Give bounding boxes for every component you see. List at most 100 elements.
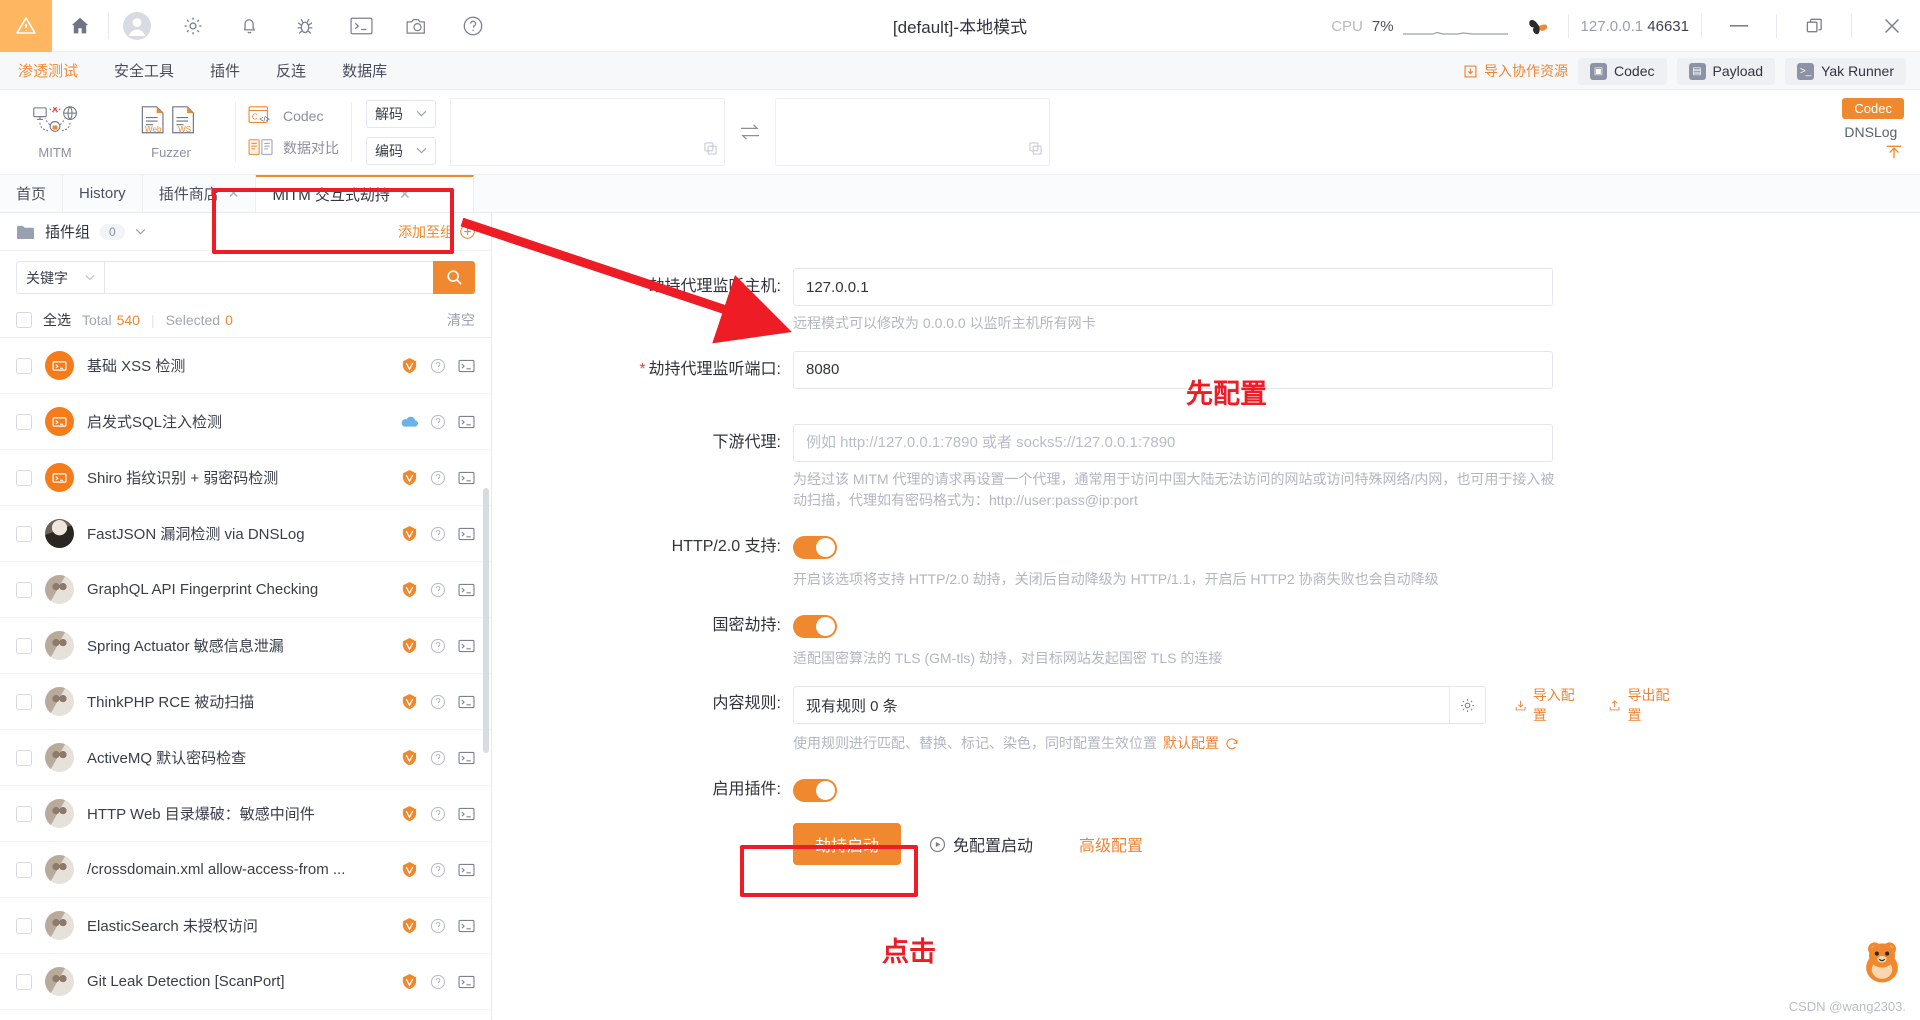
copy-icon[interactable] xyxy=(704,142,717,160)
shield-icon[interactable] xyxy=(401,357,418,374)
shield-icon[interactable] xyxy=(401,861,418,878)
warning-icon[interactable] xyxy=(0,0,52,52)
list-item[interactable]: Shiro 指纹识别 + 弱密码检测 xyxy=(0,450,491,506)
shield-icon[interactable] xyxy=(401,581,418,598)
codec-output-editor[interactable] xyxy=(775,98,1050,166)
list-item[interactable]: HTTP Web 目录爆破：敏感中间件 xyxy=(0,786,491,842)
terminal-icon[interactable] xyxy=(458,359,475,373)
list-item[interactable]: /crossdomain.xml allow-access-from ... xyxy=(0,842,491,898)
advanced-config-link[interactable]: 高级配置 xyxy=(1079,832,1143,856)
question-icon[interactable] xyxy=(430,470,446,486)
shield-icon[interactable] xyxy=(401,693,418,710)
question-icon[interactable] xyxy=(430,358,446,374)
shield-icon[interactable] xyxy=(401,973,418,990)
plugin-checkbox[interactable] xyxy=(16,973,32,990)
ribbon-tool-mitm[interactable]: MITM xyxy=(22,105,88,160)
plugin-checkbox[interactable] xyxy=(16,805,32,822)
chevron-down-icon[interactable] xyxy=(135,228,146,235)
default-config-link[interactable]: 默认配置 xyxy=(1163,733,1219,755)
cloud-icon[interactable] xyxy=(400,415,418,428)
host-input[interactable] xyxy=(793,268,1553,306)
shield-icon[interactable] xyxy=(401,525,418,542)
plugin-list-scrollbar[interactable] xyxy=(483,488,489,753)
refresh-icon[interactable] xyxy=(1225,737,1239,751)
plugin-checkbox[interactable] xyxy=(16,917,32,934)
list-item[interactable]: Git Leak Detection [ScanPort] xyxy=(0,954,491,1010)
content-rules-value[interactable]: 现有规则 0 条 xyxy=(793,686,1450,725)
question-icon[interactable] xyxy=(430,918,446,934)
menu-item-plugins[interactable]: 插件 xyxy=(192,60,258,81)
payload-button[interactable]: ▤ Payload xyxy=(1676,57,1776,85)
terminal-icon[interactable] xyxy=(458,695,475,709)
terminal-icon[interactable] xyxy=(333,0,389,52)
question-icon[interactable] xyxy=(430,582,446,598)
help-icon[interactable] xyxy=(445,0,501,52)
ribbon-tool-fuzzer[interactable]: Web WS Fuzzer xyxy=(129,105,213,160)
clear-selection-button[interactable]: 清空 xyxy=(447,310,475,330)
list-item[interactable]: ThinkPHP RCE 被动扫描 xyxy=(0,674,491,730)
close-icon[interactable]: ✕ xyxy=(399,186,411,203)
tab-home[interactable]: 首页 xyxy=(0,175,64,212)
menu-item-database[interactable]: 数据库 xyxy=(324,60,405,81)
plugin-search-button[interactable] xyxy=(433,261,475,294)
minimize-button[interactable] xyxy=(1714,0,1764,52)
terminal-icon[interactable] xyxy=(458,807,475,821)
tab-plugin-store[interactable]: 插件商店 ✕ xyxy=(143,175,257,212)
swap-icon[interactable] xyxy=(725,90,775,174)
gear-icon[interactable] xyxy=(165,0,221,52)
content-rules-settings-button[interactable] xyxy=(1449,686,1486,725)
list-item[interactable]: Spring Actuator 敏感信息泄漏 xyxy=(0,618,491,674)
question-icon[interactable] xyxy=(430,862,446,878)
keyword-type-select[interactable]: 关键字 xyxy=(16,261,104,294)
menu-item-reverse[interactable]: 反连 xyxy=(258,60,324,81)
question-icon[interactable] xyxy=(430,974,446,990)
terminal-icon[interactable] xyxy=(458,919,475,933)
plugin-checkbox[interactable] xyxy=(16,357,32,374)
copy-icon[interactable] xyxy=(1029,142,1042,160)
maximize-button[interactable] xyxy=(1789,0,1839,52)
tab-mitm-hijack[interactable]: MITM 交互式劫持 ✕ xyxy=(256,175,475,212)
question-icon[interactable] xyxy=(430,638,446,654)
codec-input-editor[interactable] xyxy=(450,98,725,166)
list-item[interactable]: ActiveMQ 默认密码检查 xyxy=(0,730,491,786)
port-input[interactable] xyxy=(793,350,1553,389)
bell-icon[interactable] xyxy=(221,0,277,52)
plugin-list[interactable]: 基础 XSS 检测 启发式SQL注入检测 Shiro 指纹识别 + 弱密码检测 … xyxy=(0,338,491,1020)
decode-select[interactable]: 解码 xyxy=(366,99,436,128)
collapse-up-icon[interactable] xyxy=(1884,145,1904,166)
plugin-checkbox[interactable] xyxy=(16,413,32,430)
no-config-start-button[interactable]: 免配置启动 xyxy=(929,832,1033,856)
shield-icon[interactable] xyxy=(401,805,418,822)
plugin-checkbox[interactable] xyxy=(16,581,32,598)
yak-runner-button[interactable]: >_ Yak Runner xyxy=(1785,57,1906,85)
start-hijack-button[interactable]: 劫持启动 xyxy=(793,823,902,866)
terminal-icon[interactable] xyxy=(458,751,475,765)
terminal-icon[interactable] xyxy=(458,863,475,877)
list-item[interactable]: GraphQL API Fingerprint Checking xyxy=(0,562,491,618)
question-icon[interactable] xyxy=(430,694,446,710)
codec-button[interactable]: ▣ Codec xyxy=(1578,57,1667,85)
codec-chip[interactable]: Codec xyxy=(1842,98,1904,119)
list-item[interactable]: 基础 XSS 检测 xyxy=(0,338,491,394)
ribbon-link-diff[interactable]: 数据对比 xyxy=(248,137,339,159)
question-icon[interactable] xyxy=(430,806,446,822)
terminal-icon[interactable] xyxy=(458,639,475,653)
list-item[interactable]: FastJSON 漏洞检测 via DNSLog xyxy=(0,506,491,562)
http2-toggle[interactable] xyxy=(793,536,837,560)
add-to-group-button[interactable]: 添加至组 xyxy=(398,222,475,242)
list-item[interactable]: ElasticSearch 未授权访问 xyxy=(0,898,491,954)
dnslog-label[interactable]: DNSLog xyxy=(1842,124,1897,140)
import-config-button[interactable]: 导入配置 xyxy=(1514,685,1583,725)
terminal-icon[interactable] xyxy=(458,415,475,429)
tab-history[interactable]: History xyxy=(63,175,143,212)
question-icon[interactable] xyxy=(430,414,446,430)
shield-icon[interactable] xyxy=(401,749,418,766)
camera-icon[interactable] xyxy=(389,0,445,52)
shield-icon[interactable] xyxy=(401,917,418,934)
gmtls-toggle[interactable] xyxy=(793,614,837,638)
question-icon[interactable] xyxy=(430,750,446,766)
user-icon[interactable] xyxy=(109,0,165,52)
list-item[interactable]: 启发式SQL注入检测 xyxy=(0,394,491,450)
close-icon[interactable]: ✕ xyxy=(228,185,240,202)
question-icon[interactable] xyxy=(430,526,446,542)
